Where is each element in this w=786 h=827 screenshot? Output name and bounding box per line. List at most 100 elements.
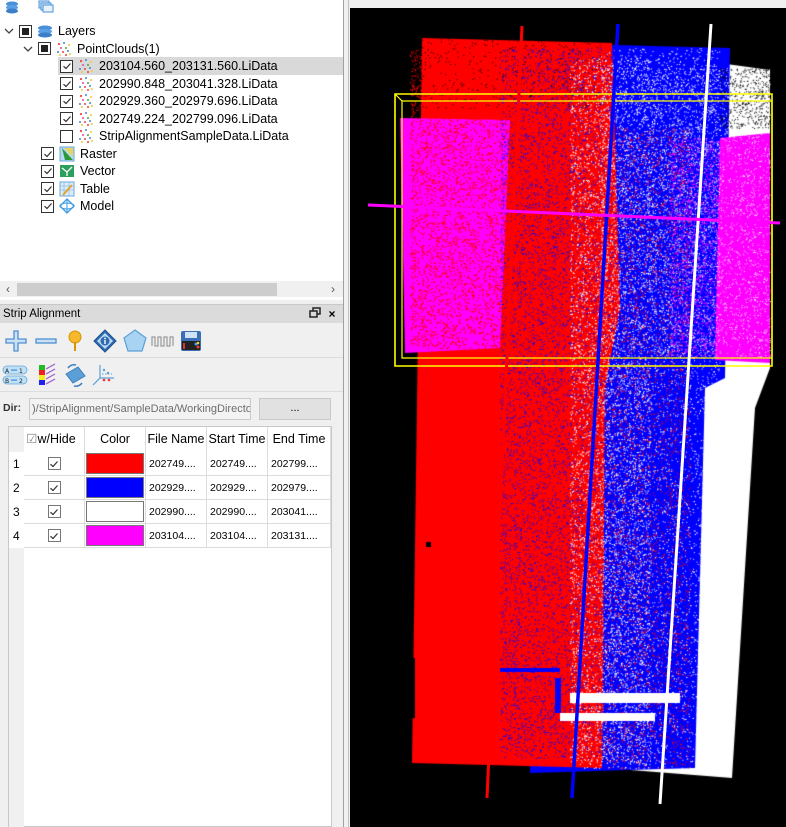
show-hide-cell xyxy=(24,452,85,476)
color-bands-icon[interactable] xyxy=(34,362,60,388)
start-time-cell[interactable]: 202990.... xyxy=(207,500,268,524)
tree-item[interactable]: Raster xyxy=(41,145,117,163)
show-hide-checkbox[interactable] xyxy=(47,457,61,470)
color-cell[interactable] xyxy=(85,524,146,548)
scroll-right-icon[interactable]: › xyxy=(325,281,341,297)
row-number[interactable]: 2 xyxy=(9,476,24,500)
layer-visibility-checkbox[interactable] xyxy=(60,77,73,90)
row-number[interactable]: 1 xyxy=(9,452,24,476)
multi-window-icon[interactable] xyxy=(38,0,54,14)
working-directory-field[interactable]: )/StripAlignment/SampleData/WorkingDirec… xyxy=(29,398,251,420)
tree-item[interactable]: 203104.560_203131.560.LiData xyxy=(58,57,343,75)
row-number[interactable]: 4 xyxy=(9,524,24,548)
row-number[interactable]: 3 xyxy=(9,500,24,524)
viewport-overlay xyxy=(367,23,781,805)
tree-item[interactable]: 202929.360_202979.696.LiData xyxy=(60,92,278,110)
start-time-cell[interactable]: 202929.... xyxy=(207,476,268,500)
layer-visibility-checkbox[interactable] xyxy=(41,147,54,160)
layers-icon xyxy=(37,23,53,39)
axis-plot-icon[interactable] xyxy=(90,362,116,388)
tree-item-label: 202929.360_202979.696.LiData xyxy=(99,94,278,108)
close-panel-icon[interactable]: × xyxy=(326,305,338,323)
strip-color-swatch[interactable] xyxy=(86,525,144,546)
save-icon[interactable] xyxy=(178,328,204,354)
end-time-cell[interactable]: 202979.... xyxy=(268,476,331,500)
layer-visibility-checkbox[interactable] xyxy=(60,59,73,73)
tree-item[interactable]: Vector xyxy=(41,162,115,180)
column-header[interactable]: Color xyxy=(85,427,146,452)
panel-title: Strip Alignment xyxy=(3,308,81,320)
tree-item[interactable]: 202990.848_203041.328.LiData xyxy=(60,75,278,93)
layer-visibility-checkbox[interactable] xyxy=(19,24,32,38)
tree-item-label: StripAlignmentSampleData.LiData xyxy=(99,129,289,143)
strip-color-swatch[interactable] xyxy=(86,477,144,498)
strip-toolbar-row-2: A1B2 xyxy=(0,358,343,392)
file-name-cell[interactable]: 202749.... xyxy=(146,452,207,476)
tree-item[interactable]: Layers xyxy=(3,22,96,40)
show-hide-checkbox[interactable] xyxy=(47,529,61,542)
end-time: 202979.... xyxy=(271,482,318,494)
layer-visibility-checkbox[interactable] xyxy=(38,42,51,55)
show-hide-checkbox[interactable] xyxy=(47,481,61,494)
waveform-icon[interactable] xyxy=(150,328,176,354)
file-name: 202929.... xyxy=(149,482,196,494)
layer-visibility-checkbox[interactable] xyxy=(60,112,73,125)
chevron-down-icon[interactable] xyxy=(3,25,15,37)
header-checkbox[interactable]: ☑ xyxy=(26,432,37,446)
show-hide-checkbox[interactable] xyxy=(47,505,61,518)
column-header[interactable]: File Name xyxy=(146,427,207,452)
tree-item-label: 202749.224_202799.096.LiData xyxy=(99,111,278,126)
tree-item[interactable]: Table xyxy=(41,180,110,198)
directory-row: Dir: )/StripAlignment/SampleData/Working… xyxy=(0,396,343,422)
strip-table: ☑w/Hide Color File Name Start Time End Time 1… xyxy=(8,426,332,827)
column-header[interactable]: Start Time xyxy=(207,427,268,452)
layer-visibility-checkbox[interactable] xyxy=(60,94,73,108)
scrollbar-thumb[interactable] xyxy=(17,283,277,296)
tree-item[interactable]: PointClouds(1) xyxy=(22,40,160,58)
strip-color-swatch[interactable] xyxy=(86,501,144,522)
browse-button[interactable]: ... xyxy=(259,398,331,420)
rotate-strip-icon[interactable] xyxy=(62,362,88,388)
show-hide-cell xyxy=(24,476,85,500)
layer-visibility-checkbox[interactable] xyxy=(41,182,54,195)
end-time-cell[interactable]: 202799.... xyxy=(268,452,331,476)
layer-visibility-checkbox[interactable] xyxy=(60,129,73,143)
float-panel-icon[interactable] xyxy=(309,307,323,321)
column-header[interactable]: ☑w/Hide xyxy=(24,427,85,452)
ab-mapping-icon[interactable]: A1B2 xyxy=(2,362,28,388)
raster-icon xyxy=(59,146,75,162)
strip-color-swatch[interactable] xyxy=(86,453,144,474)
point-cloud-viewport[interactable] xyxy=(350,8,786,827)
chevron-down-icon[interactable] xyxy=(22,43,34,55)
color-cell[interactable] xyxy=(85,476,146,500)
layer-visibility-checkbox[interactable] xyxy=(41,164,54,178)
start-time-cell[interactable]: 203104.... xyxy=(207,524,268,548)
horizontal-scrollbar[interactable]: ‹ › xyxy=(0,281,343,297)
pin-icon[interactable] xyxy=(62,328,88,354)
layer-visibility-checkbox[interactable] xyxy=(41,199,54,213)
tree-item[interactable]: StripAlignmentSampleData.LiData xyxy=(60,127,289,145)
end-time-cell[interactable]: 203131.... xyxy=(268,524,331,548)
color-cell[interactable] xyxy=(85,500,146,524)
layers-panel: Layers PointClouds(1) 203104.560_203131.56… xyxy=(0,0,343,300)
pointcloud-icon xyxy=(78,111,94,127)
scroll-left-icon[interactable]: ‹ xyxy=(0,281,16,297)
file-name-cell[interactable]: 202929.... xyxy=(146,476,207,500)
pentagon-icon[interactable] xyxy=(122,328,148,354)
add-icon[interactable] xyxy=(3,328,29,354)
file-name: 203104.... xyxy=(149,530,196,542)
file-name-cell[interactable]: 202990.... xyxy=(146,500,207,524)
column-header[interactable]: End Time xyxy=(268,427,331,452)
info-icon[interactable] xyxy=(92,328,118,354)
file-name-cell[interactable]: 203104.... xyxy=(146,524,207,548)
layers-stack-icon[interactable] xyxy=(4,0,20,14)
tree-item[interactable]: 202749.224_202799.096.LiData xyxy=(60,110,278,128)
color-cell[interactable] xyxy=(85,452,146,476)
svg-text:2: 2 xyxy=(19,378,23,385)
end-time-cell[interactable]: 203041.... xyxy=(268,500,331,524)
start-time-cell[interactable]: 202749.... xyxy=(207,452,268,476)
tree-item[interactable]: Model xyxy=(41,197,114,215)
dock-splitter[interactable] xyxy=(343,0,349,827)
column-header-label: End Time xyxy=(272,432,326,446)
remove-icon[interactable] xyxy=(33,328,59,354)
